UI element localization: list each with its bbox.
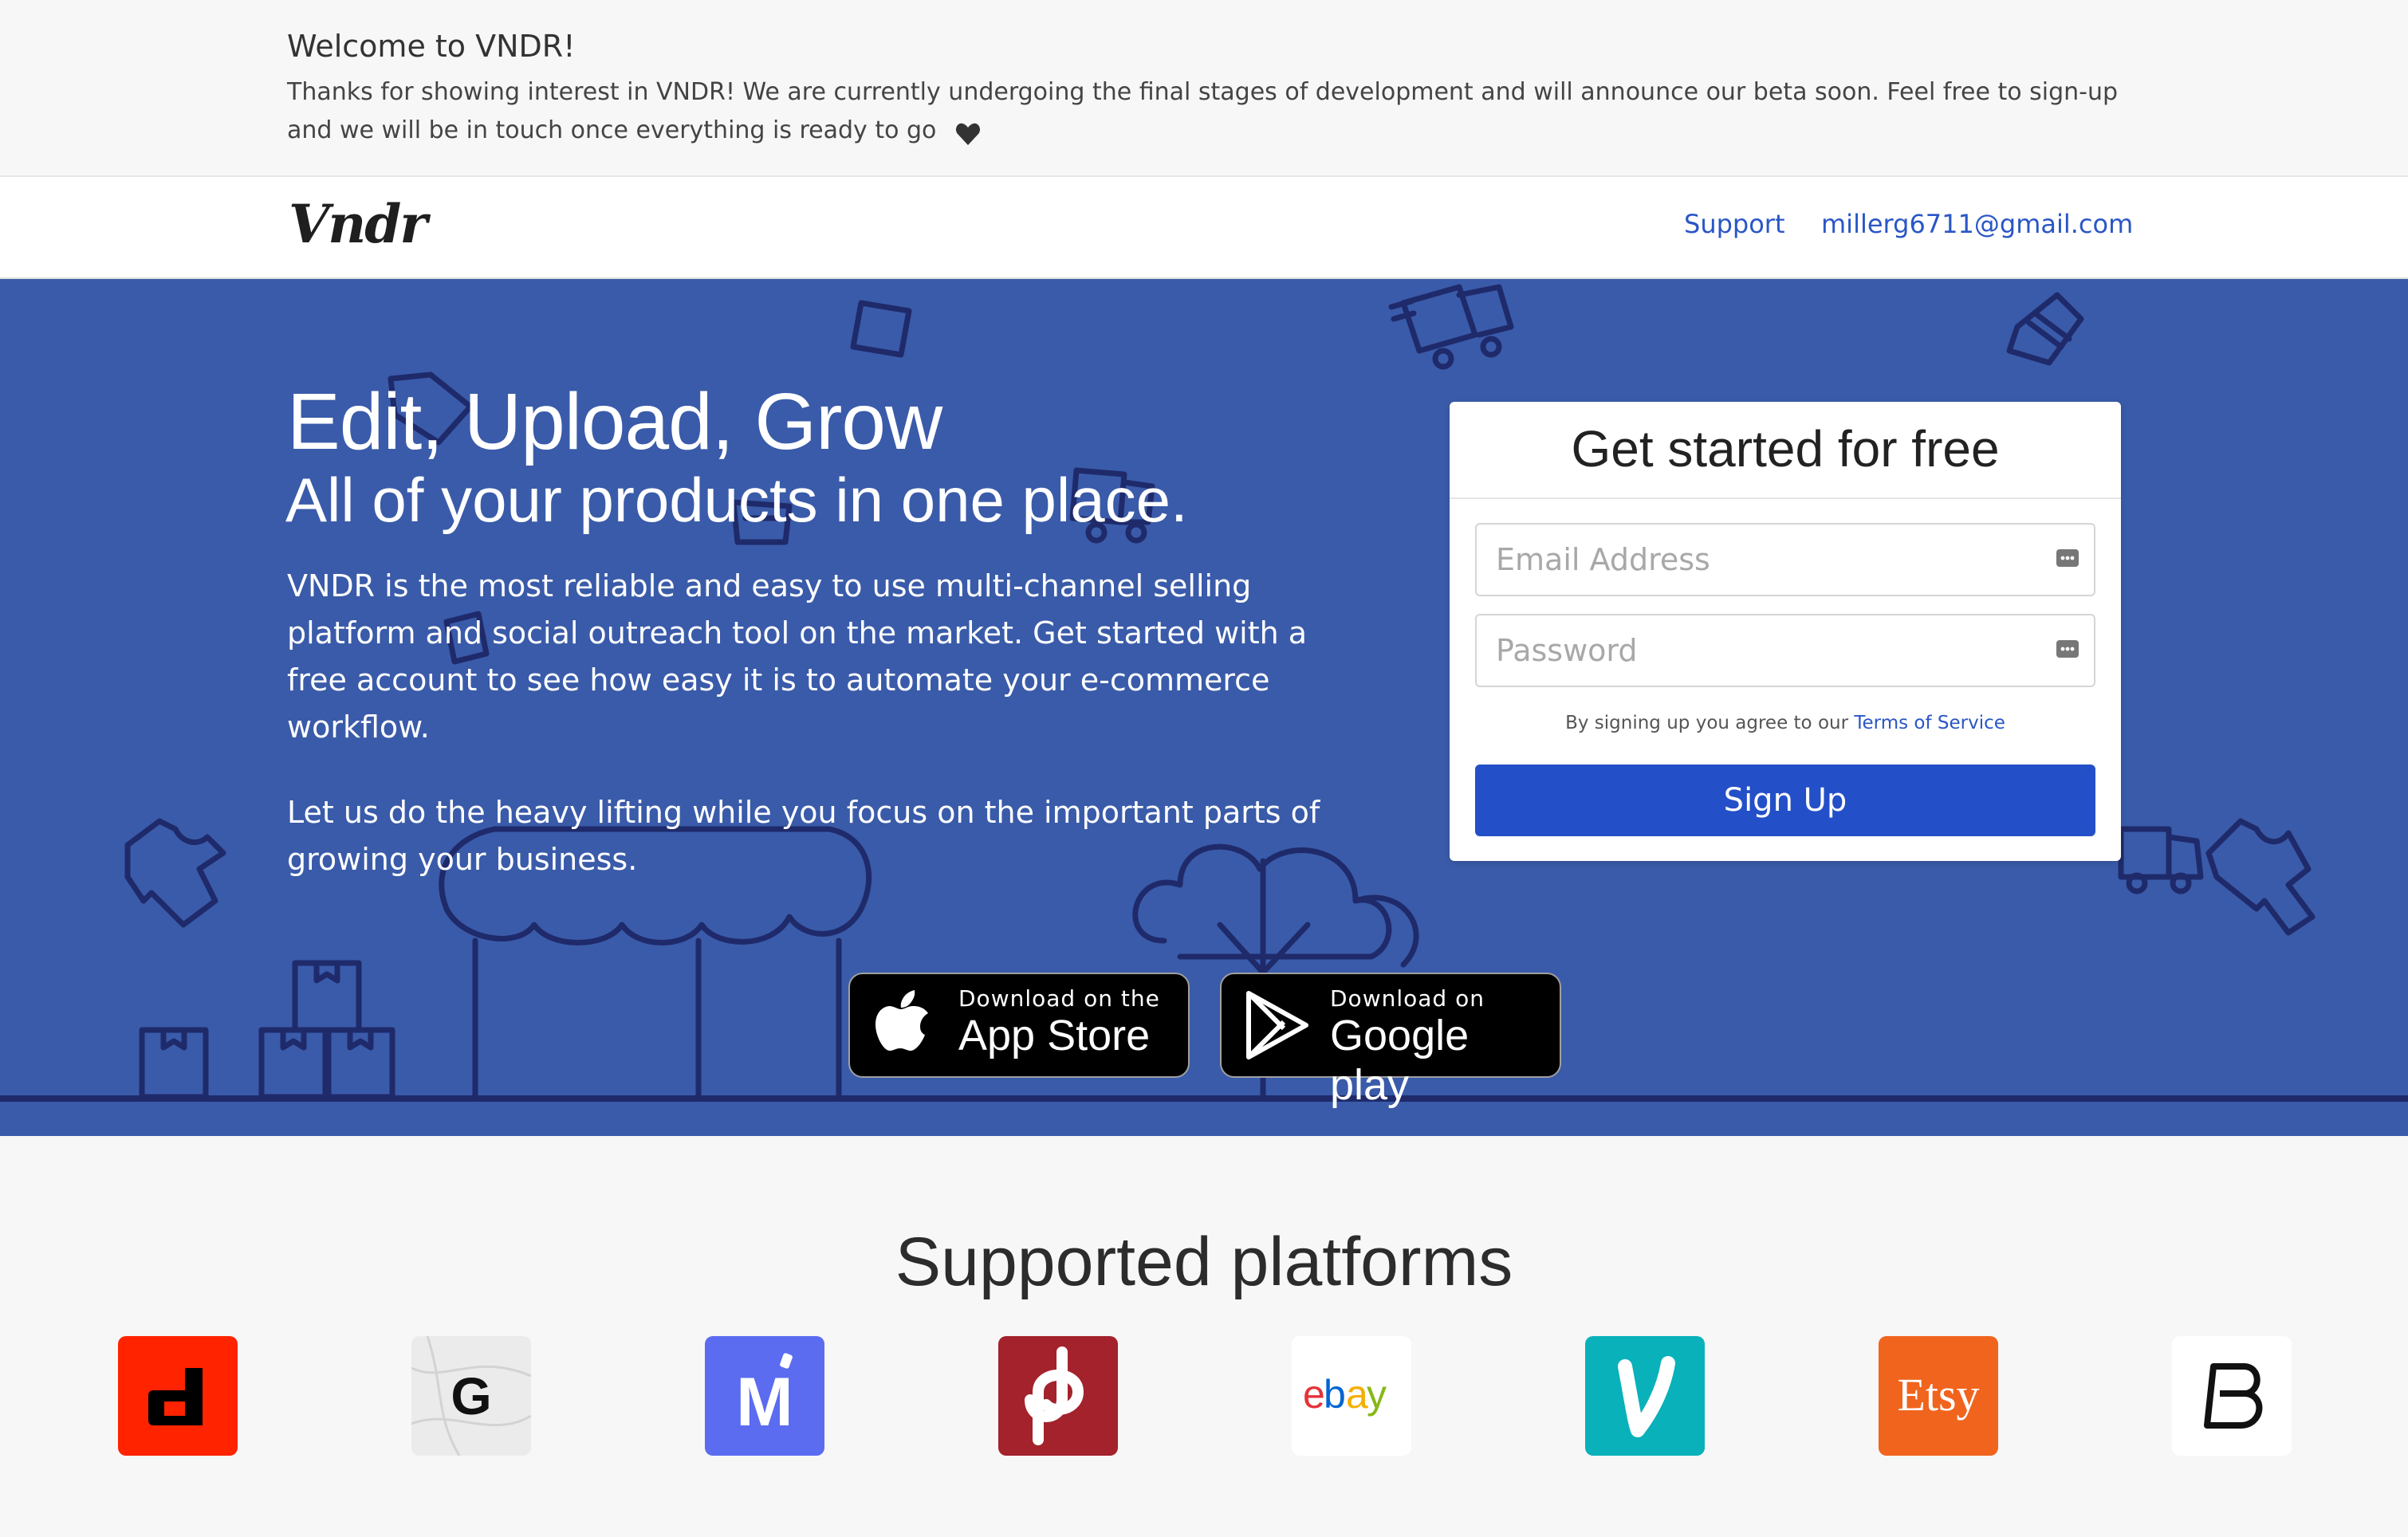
app-store-button[interactable]: Download on the App Store (848, 973, 1190, 1078)
google-play-button[interactable]: Download on Google play (1220, 973, 1561, 1109)
app-store-small-label: Download on the (958, 985, 1160, 1012)
terms-notice: By signing up you agree to our Terms of … (1450, 713, 2121, 733)
play-store-icon (1242, 989, 1314, 1062)
grailed-logo: G (411, 1336, 531, 1456)
mercari-logo: M (705, 1336, 824, 1456)
poshmark-logo (998, 1336, 1118, 1456)
user-email-link[interactable]: millerg6711@gmail.com (1821, 209, 2133, 239)
hero-title: Edit, Upload, Grow (287, 377, 942, 466)
depop-logo (118, 1336, 238, 1456)
password-manager-icon[interactable] (2056, 547, 2079, 569)
announcement-banner: Welcome to VNDR! Thanks for showing inte… (0, 0, 2408, 177)
password-input[interactable] (1494, 627, 2040, 674)
email-input[interactable] (1494, 536, 2040, 584)
terms-text: By signing up you agree to our (1565, 713, 1849, 733)
email-field[interactable] (1475, 523, 2095, 596)
svg-text:G: G (451, 1366, 491, 1425)
terms-of-service-link[interactable]: Terms of Service (1854, 713, 2005, 733)
password-manager-icon[interactable] (2056, 638, 2079, 660)
platforms-title: Supported platforms (895, 1224, 1513, 1300)
vinted-logo (1585, 1336, 1705, 1456)
svg-text:a: a (1346, 1372, 1368, 1417)
signup-card: Get started for free By signing up you a… (1450, 402, 2121, 861)
support-link[interactable]: Support (1684, 209, 1785, 239)
announcement-text: Thanks for showing interest in VNDR! We … (287, 78, 2119, 144)
app-store-label: App Store (958, 1012, 1151, 1059)
svg-text:Etsy: Etsy (1897, 1369, 1979, 1421)
google-play-small-label: Download on (1330, 985, 1485, 1012)
announcement-title: Welcome to VNDR! (287, 29, 576, 64)
svg-text:b: b (1324, 1372, 1344, 1417)
hero-subtitle: All of your products in one place. (285, 465, 1188, 535)
navbar: Vndr Support millerg6711@gmail.com (0, 177, 2408, 279)
google-play-label: Google play (1330, 1012, 1470, 1109)
announcement-body: Thanks for showing interest in VNDR! We … (287, 73, 2121, 150)
apple-icon (871, 989, 942, 1062)
svg-text:M: M (736, 1364, 793, 1441)
ebay-logo: e b a y (1292, 1336, 1411, 1456)
supported-platforms-section: Supported platforms G M e b a y Etsy (0, 1162, 2408, 1537)
etsy-logo: Etsy (1879, 1336, 1998, 1456)
password-field[interactable] (1475, 614, 2095, 687)
heart-icon (955, 120, 981, 145)
signup-card-header: Get started for free (1450, 402, 2121, 499)
signup-title: Get started for free (1571, 420, 2000, 478)
vndr-logo[interactable]: Vndr (289, 193, 427, 255)
svg-text:y: y (1367, 1372, 1387, 1417)
svg-text:e: e (1303, 1372, 1324, 1417)
hero-description-secondary: Let us do the heavy lifting while you fo… (287, 795, 1320, 877)
sign-up-button[interactable]: Sign Up (1475, 765, 2095, 836)
hero-description: VNDR is the most reliable and easy to us… (287, 568, 1308, 745)
bonanza-logo (2172, 1336, 2292, 1456)
